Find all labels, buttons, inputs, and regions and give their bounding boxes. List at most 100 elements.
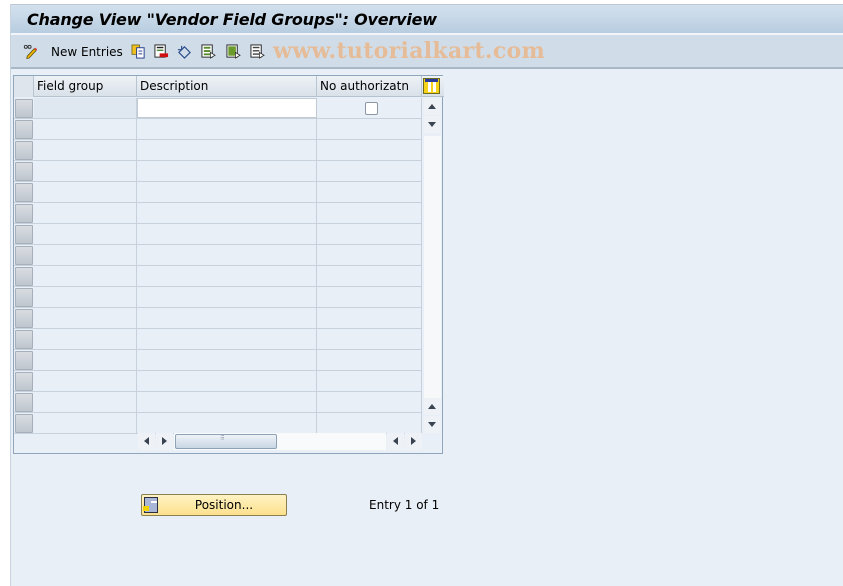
horizontal-scrollbar[interactable]	[138, 433, 422, 450]
scroll-page-down-button[interactable]	[424, 416, 441, 433]
arrow-up-icon	[428, 104, 436, 109]
no-authorization-checkbox[interactable]	[365, 102, 378, 115]
field-group-cell	[34, 245, 137, 265]
table-row	[14, 224, 422, 245]
column-header-description[interactable]: Description	[137, 76, 317, 97]
copy-as-icon	[131, 44, 145, 59]
vertical-scrollbar[interactable]	[424, 98, 441, 434]
vertical-scroll-track[interactable]	[424, 136, 441, 398]
no-authorization-cell	[317, 413, 422, 433]
display-change-button[interactable]	[23, 43, 38, 60]
scroll-left-button[interactable]	[138, 433, 155, 450]
field-group-cell	[34, 350, 137, 370]
field-group-cell	[34, 224, 137, 244]
description-cell[interactable]	[137, 98, 317, 118]
no-authorization-cell	[317, 266, 422, 286]
select-all-button[interactable]	[201, 43, 216, 60]
description-cell	[137, 140, 317, 160]
description-cell	[137, 161, 317, 181]
scroll-up-button[interactable]	[424, 98, 441, 115]
row-selector[interactable]	[15, 414, 33, 433]
row-selector[interactable]	[15, 225, 33, 244]
horizontal-scroll-thumb[interactable]	[175, 434, 277, 449]
row-selector[interactable]	[15, 288, 33, 307]
no-authorization-cell	[317, 329, 422, 349]
new-entries-button[interactable]: New Entries	[51, 43, 123, 60]
scroll-down-button[interactable]	[424, 116, 441, 133]
scroll-right-button[interactable]	[156, 433, 173, 450]
deselect-all-button[interactable]	[250, 43, 265, 60]
row-selector[interactable]	[15, 351, 33, 370]
no-authorization-cell	[317, 245, 422, 265]
table-row	[14, 392, 422, 413]
delete-button[interactable]	[154, 43, 169, 60]
column-header-field-group[interactable]: Field group	[34, 76, 137, 97]
no-authorization-cell	[317, 392, 422, 412]
field-group-cell	[34, 392, 137, 412]
field-group-cell	[34, 287, 137, 307]
description-cell	[137, 392, 317, 412]
select-all-rows-cell[interactable]	[14, 76, 34, 97]
description-cell	[137, 308, 317, 328]
table-row	[14, 119, 422, 140]
no-authorization-cell	[317, 203, 422, 223]
table-row	[14, 98, 422, 119]
description-cell	[137, 245, 317, 265]
field-group-cell	[34, 266, 137, 286]
delete-icon	[154, 44, 169, 58]
description-cell	[137, 224, 317, 244]
row-selector[interactable]	[15, 204, 33, 223]
position-button[interactable]: Position...	[141, 494, 287, 516]
main-window: Change View "Vendor Field Groups": Overv…	[10, 4, 843, 586]
table-row	[14, 245, 422, 266]
table-row	[14, 266, 422, 287]
title-bar: Change View "Vendor Field Groups": Overv…	[11, 4, 843, 35]
arrow-left-icon	[144, 437, 149, 445]
table-settings-icon[interactable]	[423, 78, 440, 94]
arrow-left-icon	[393, 437, 398, 445]
field-group-cell	[34, 119, 137, 139]
row-selector[interactable]	[15, 246, 33, 265]
row-selector[interactable]	[15, 99, 33, 118]
description-cell	[137, 413, 317, 433]
arrow-right-icon	[162, 437, 167, 445]
undo-change-button[interactable]	[177, 43, 192, 60]
table-row	[14, 308, 422, 329]
field-group-cell	[34, 182, 137, 202]
row-selector[interactable]	[15, 267, 33, 286]
row-selector[interactable]	[15, 372, 33, 391]
row-selector[interactable]	[15, 162, 33, 181]
select-all-icon	[201, 44, 216, 59]
scroll-last-left-button[interactable]	[387, 433, 404, 450]
table-row	[14, 140, 422, 161]
field-group-cell	[34, 161, 137, 181]
select-block-button[interactable]	[226, 43, 241, 60]
description-cell	[137, 371, 317, 391]
position-button-label: Position...	[194, 498, 254, 512]
row-selector[interactable]	[15, 330, 33, 349]
no-authorization-cell	[317, 371, 422, 391]
application-toolbar: New Entries www.tutorialkart.com	[11, 35, 843, 69]
no-authorization-cell	[317, 287, 422, 307]
field-group-cell[interactable]	[34, 98, 137, 118]
no-authorization-cell[interactable]	[317, 98, 422, 118]
arrow-down-icon	[428, 122, 436, 127]
table-row	[14, 371, 422, 392]
row-selector[interactable]	[15, 120, 33, 139]
row-selector[interactable]	[15, 393, 33, 412]
description-cell	[137, 182, 317, 202]
copy-as-button[interactable]	[131, 43, 146, 60]
field-group-cell	[34, 371, 137, 391]
column-header-no-authorization[interactable]: No authorizatn	[317, 76, 422, 97]
select-block-icon	[226, 44, 241, 59]
row-selector[interactable]	[15, 309, 33, 328]
field-group-cell	[34, 203, 137, 223]
entry-count: Entry 1 of 1	[369, 498, 440, 512]
scroll-last-right-button[interactable]	[405, 433, 422, 450]
deselect-all-icon	[250, 44, 265, 59]
row-selector[interactable]	[15, 141, 33, 160]
scroll-page-up-button[interactable]	[424, 398, 441, 415]
row-selector[interactable]	[15, 183, 33, 202]
table-row	[14, 287, 422, 308]
no-authorization-cell	[317, 350, 422, 370]
